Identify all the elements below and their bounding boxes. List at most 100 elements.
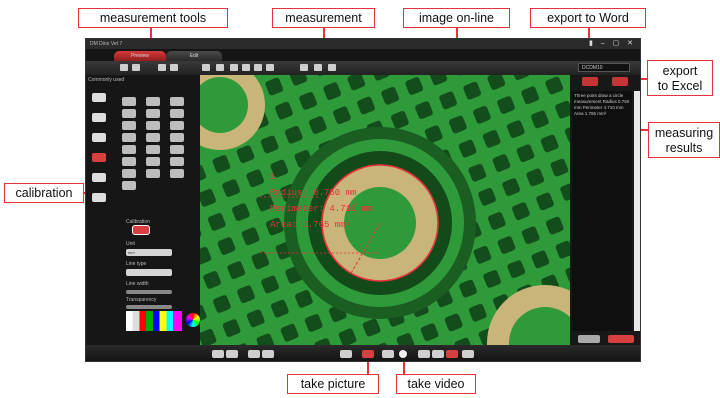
tool-count-icon[interactable] xyxy=(146,145,160,154)
line-type-label: Line type xyxy=(126,261,147,267)
tool-marker-icon[interactable] xyxy=(122,181,136,190)
line-type-select[interactable] xyxy=(126,269,172,276)
commonly-used-label: Commonly used xyxy=(88,77,125,83)
results-scrollbar[interactable] xyxy=(634,91,640,331)
tool-angle-icon[interactable] xyxy=(170,97,184,106)
rotate-right-icon[interactable] xyxy=(226,350,238,358)
copy-icon[interactable] xyxy=(254,64,262,71)
image-icon[interactable] xyxy=(92,133,106,142)
tool-triangle-icon[interactable] xyxy=(122,133,136,142)
callout-export-excel: export to Excel xyxy=(647,60,713,96)
image-viewer[interactable]: 1 Radius: 0.750 mm Perimeter: 4.710 mm A… xyxy=(200,75,570,345)
unit-select[interactable]: mm xyxy=(126,249,172,256)
undo-icon[interactable] xyxy=(120,64,128,71)
tool-circle-icon[interactable] xyxy=(122,121,136,130)
callout-take-video: take video xyxy=(396,374,476,394)
save-icon[interactable] xyxy=(216,64,224,71)
tool-brush-icon[interactable] xyxy=(146,169,160,178)
callout-export-word: export to Word xyxy=(530,8,646,28)
bottom-control-bar xyxy=(86,345,640,361)
tab-preview[interactable]: Preview xyxy=(114,51,166,61)
tool-distance-icon[interactable] xyxy=(122,145,136,154)
flip-vertical-icon[interactable] xyxy=(262,350,274,358)
right-results-panel: Three point draw a circle measurement Ra… xyxy=(570,75,640,345)
overlay-index: 1 xyxy=(270,172,275,182)
app-title: DM Dino Vet 7 xyxy=(90,41,123,47)
draw-icon[interactable] xyxy=(92,173,106,182)
callout-measurement-tools: measurement tools xyxy=(78,8,228,28)
app-window: DM Dino Vet 7 ▮ – ▢ ✕ Preview Edit DCDM1… xyxy=(85,38,641,362)
results-clear-button[interactable] xyxy=(578,335,600,343)
overlay-radius: Radius: 0.750 mm xyxy=(270,188,356,198)
export-word-button[interactable] xyxy=(582,77,598,86)
paste-icon[interactable] xyxy=(266,64,274,71)
print-icon[interactable] xyxy=(300,64,308,71)
tool-rectangle-icon[interactable] xyxy=(122,109,136,118)
take-video-button[interactable] xyxy=(399,350,407,358)
redo-icon[interactable] xyxy=(132,64,140,71)
line-width-slider[interactable] xyxy=(126,290,172,294)
pcb-image: 1 Radius: 0.750 mm Perimeter: 4.710 mm A… xyxy=(200,75,570,345)
rotate-left-icon[interactable] xyxy=(212,350,224,358)
open-folder-icon[interactable] xyxy=(202,64,210,71)
export-excel-button[interactable] xyxy=(612,77,628,86)
line-width-label: Line width xyxy=(126,281,149,287)
tool-pen-icon[interactable] xyxy=(122,169,136,178)
leader-take-video xyxy=(403,360,405,374)
export-icon[interactable] xyxy=(462,350,474,358)
pointer-icon[interactable] xyxy=(158,64,166,71)
color-wheel-icon[interactable] xyxy=(186,313,200,327)
overlay-perimeter: Perimeter: 4.710 mm xyxy=(270,204,373,214)
grid-icon[interactable] xyxy=(328,64,336,71)
left-tool-panel: Commonly used Calibration Unit mm Line t… xyxy=(86,75,200,345)
callout-measurement: measurement xyxy=(272,8,375,28)
document-icon[interactable] xyxy=(230,64,238,71)
callout-take-picture: take picture xyxy=(287,374,379,394)
tool-three-point-circle-icon[interactable] xyxy=(146,133,160,142)
window-controls[interactable]: ▮ – ▢ ✕ xyxy=(589,39,636,49)
measurement-icon[interactable] xyxy=(92,153,106,162)
flip-horizontal-icon[interactable] xyxy=(248,350,260,358)
tab-edit[interactable]: Edit xyxy=(166,51,222,61)
tool-arrow-icon[interactable] xyxy=(146,157,160,166)
compare-icon[interactable] xyxy=(418,350,430,358)
stop-icon[interactable] xyxy=(446,350,458,358)
callout-image-online: image on-line xyxy=(403,8,510,28)
calibration-button[interactable] xyxy=(132,225,150,235)
pause-icon[interactable] xyxy=(340,350,352,358)
tool-line-icon[interactable] xyxy=(122,97,136,106)
tab-bar: Preview Edit xyxy=(86,49,640,61)
settings-gear-icon[interactable] xyxy=(92,113,106,122)
results-add-button[interactable] xyxy=(608,335,634,343)
tool-freehand-icon[interactable] xyxy=(122,157,136,166)
tool-polygon-icon[interactable] xyxy=(170,109,184,118)
tool-ellipse-icon[interactable] xyxy=(146,121,160,130)
split-view-icon[interactable] xyxy=(432,350,444,358)
tool-fill-icon[interactable] xyxy=(170,169,184,178)
device-selector[interactable]: DCDM10 xyxy=(578,63,630,72)
transparency-slider[interactable] xyxy=(126,305,172,309)
tool-arc-icon[interactable] xyxy=(170,121,184,130)
leader-take-picture xyxy=(367,360,369,374)
tool-text-icon[interactable] xyxy=(170,145,184,154)
hand-icon[interactable] xyxy=(170,64,178,71)
tool-eraser-icon[interactable] xyxy=(170,157,184,166)
take-picture-button[interactable] xyxy=(362,350,374,358)
effect-icon[interactable] xyxy=(92,193,106,202)
overlay-area: Area: 1.765 mm² xyxy=(270,220,351,230)
callout-calibration: calibration xyxy=(4,183,84,203)
timer-icon[interactable] xyxy=(382,350,394,358)
callout-measuring-results: measuring results xyxy=(648,122,720,158)
fullscreen-icon[interactable] xyxy=(314,64,322,71)
camera-icon[interactable] xyxy=(92,93,106,102)
tool-polyline-icon[interactable] xyxy=(146,97,160,106)
transparency-label: Transparency xyxy=(126,297,157,303)
settings-icon[interactable] xyxy=(242,64,250,71)
title-bar: DM Dino Vet 7 ▮ – ▢ ✕ xyxy=(86,39,640,49)
measuring-results-list: Three point draw a circle measurement Ra… xyxy=(572,91,632,331)
top-toolbar: DCDM10 xyxy=(86,61,640,75)
unit-label: Unit xyxy=(126,241,135,247)
color-palette[interactable] xyxy=(126,311,182,331)
tool-concentric-icon[interactable] xyxy=(170,133,184,142)
tool-square-icon[interactable] xyxy=(146,109,160,118)
